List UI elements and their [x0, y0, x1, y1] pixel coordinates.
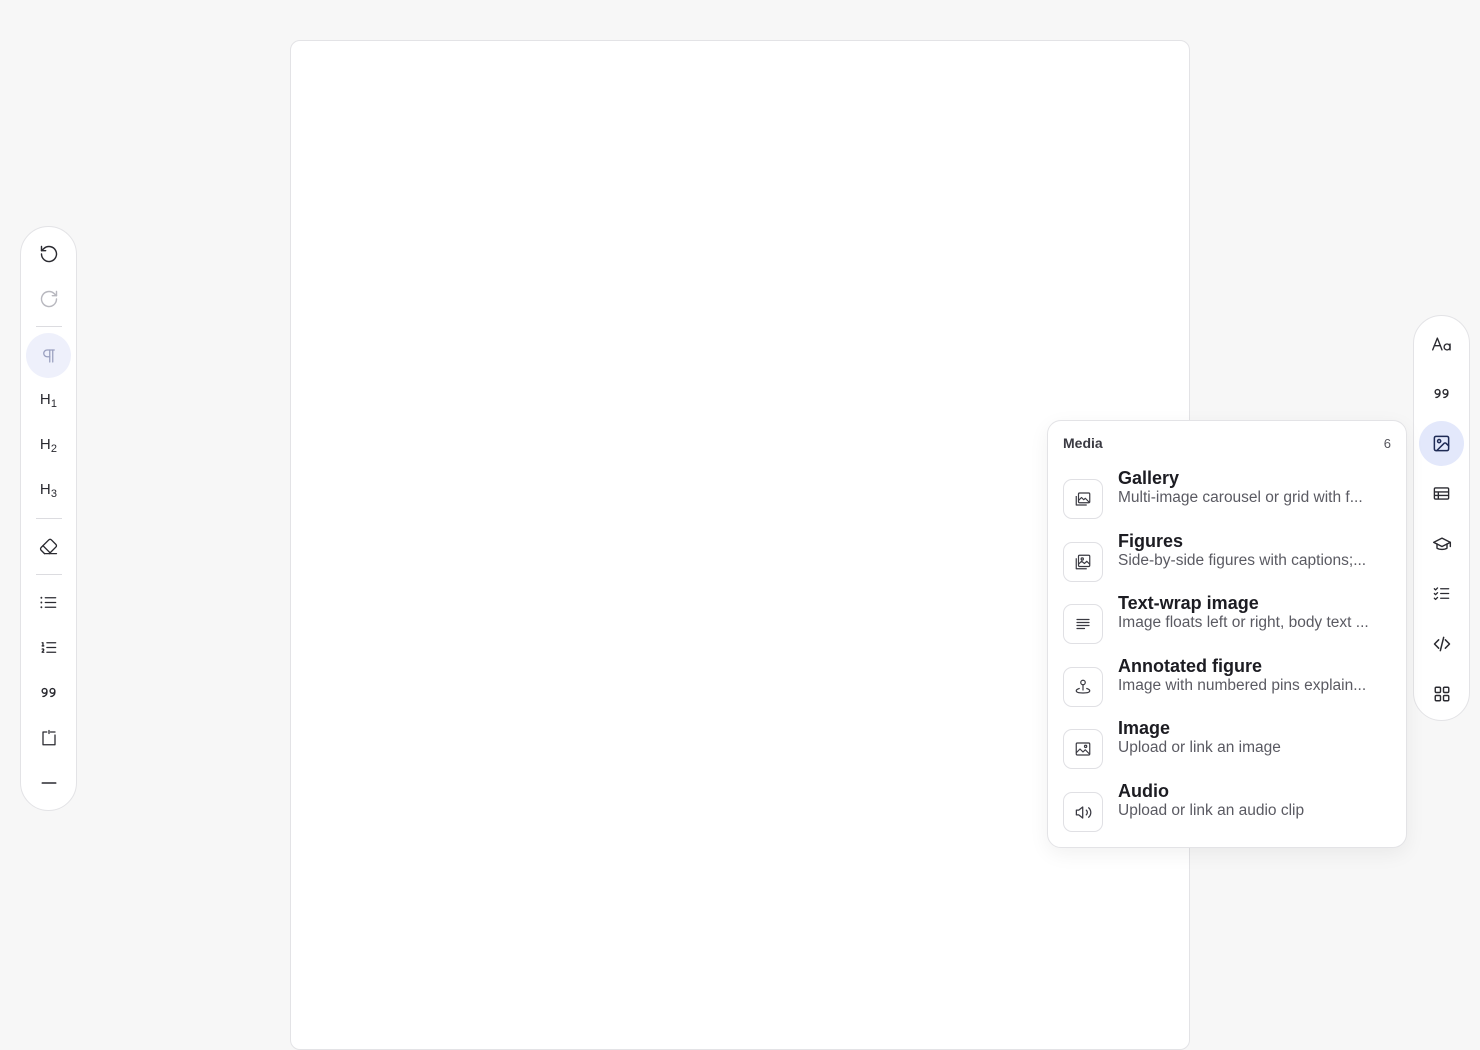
quotes-button[interactable]: [1419, 371, 1464, 416]
checklist-button[interactable]: [1419, 571, 1464, 616]
media-popover: Media 6 Gallery Multi-image carousel or …: [1047, 420, 1407, 848]
heading-1-label: H1: [39, 391, 58, 410]
quote-button[interactable]: [26, 670, 71, 715]
formatting-toolbar: H1 H2 H3: [20, 226, 77, 811]
audio-icon: [1063, 792, 1103, 832]
code-icon: [1432, 634, 1452, 654]
figures-icon: [1063, 542, 1103, 582]
undo-icon: [39, 244, 59, 264]
media-item-image[interactable]: Image Upload or link an image: [1048, 718, 1406, 791]
redo-button[interactable]: [26, 276, 71, 321]
divider-button[interactable]: [26, 760, 71, 805]
grid-icon: [1433, 685, 1451, 703]
bullet-list-button[interactable]: [26, 580, 71, 625]
clear-format-button[interactable]: [26, 524, 71, 569]
redo-icon: [39, 289, 59, 309]
media-item-gallery[interactable]: Gallery Multi-image carousel or grid wit…: [1048, 468, 1406, 541]
media-item-annotated-figure[interactable]: Annotated figure Image with numbered pin…: [1048, 656, 1406, 729]
image-icon: [1063, 729, 1103, 769]
item-title: Gallery: [1118, 468, 1180, 488]
quote-icon: [1432, 384, 1451, 403]
table-icon: [1432, 484, 1451, 503]
more-blocks-button[interactable]: [1419, 671, 1464, 716]
callout-button[interactable]: [26, 715, 71, 760]
graduation-cap-icon: [1432, 534, 1452, 554]
pin-icon: [1063, 667, 1103, 707]
item-title: Text-wrap image: [1118, 593, 1259, 613]
item-description: Multi-image carousel or grid with f...: [1118, 489, 1363, 506]
popover-count: 6: [1383, 436, 1391, 451]
heading-1-button[interactable]: H1: [26, 378, 71, 423]
horizontal-rule-icon: [40, 774, 58, 792]
toolbar-divider: [36, 574, 62, 575]
table-button[interactable]: [1419, 471, 1464, 516]
quote-icon: [39, 683, 58, 702]
code-button[interactable]: [1419, 621, 1464, 666]
bullet-list-icon: [39, 593, 58, 612]
heading-2-label: H2: [39, 436, 58, 455]
numbered-list-button[interactable]: [26, 625, 71, 670]
toolbar-divider: [36, 518, 62, 519]
typography-icon: [1431, 335, 1453, 353]
heading-3-label: H3: [39, 481, 58, 500]
item-title: Annotated figure: [1118, 656, 1262, 676]
item-description: Image with numbered pins explain...: [1118, 677, 1367, 694]
item-description: Side-by-side figures with captions;...: [1118, 552, 1367, 569]
toolbar-divider: [36, 326, 62, 327]
gallery-icon: [1063, 479, 1103, 519]
image-icon: [1432, 434, 1451, 453]
media-button[interactable]: [1419, 421, 1464, 466]
heading-2-button[interactable]: H2: [26, 423, 71, 468]
undo-button[interactable]: [26, 231, 71, 276]
paragraph-button[interactable]: [26, 333, 71, 378]
insert-toolbar: [1413, 315, 1470, 721]
paragraph-icon: [40, 347, 58, 365]
eraser-icon: [39, 537, 58, 556]
item-description: Upload or link an audio clip: [1118, 802, 1305, 819]
numbered-list-icon: [39, 638, 58, 657]
text-wrap-icon: [1063, 604, 1103, 644]
item-title: Image: [1118, 718, 1171, 738]
typography-button[interactable]: [1419, 321, 1464, 366]
media-item-audio[interactable]: Audio Upload or link an audio clip: [1048, 781, 1406, 854]
item-title: Audio: [1118, 781, 1169, 801]
item-title: Figures: [1118, 531, 1184, 551]
popover-title: Media: [1063, 435, 1103, 451]
item-description: Image floats left or right, body text ..…: [1118, 614, 1369, 631]
heading-3-button[interactable]: H3: [26, 468, 71, 513]
checklist-icon: [1432, 584, 1451, 603]
item-description: Upload or link an image: [1118, 739, 1281, 756]
callout-icon: [40, 729, 58, 747]
education-button[interactable]: [1419, 521, 1464, 566]
